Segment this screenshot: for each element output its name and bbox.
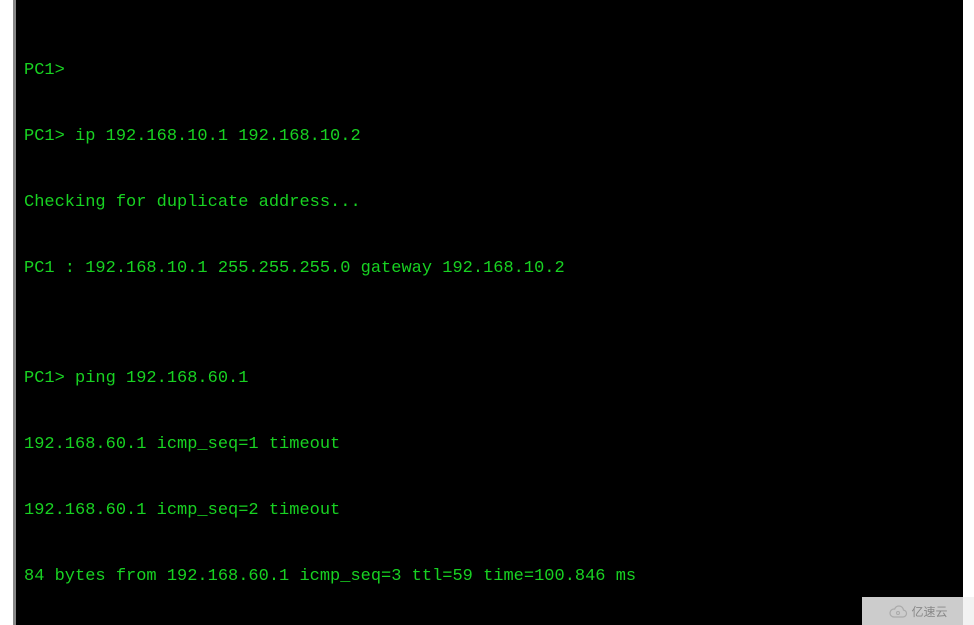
terminal-window[interactable]: PC1> PC1> ip 192.168.10.1 192.168.10.2 C… xyxy=(13,0,963,625)
cloud-icon xyxy=(888,605,906,617)
terminal-line: Checking for duplicate address... xyxy=(24,192,955,214)
watermark-text: 亿速云 xyxy=(911,603,947,620)
terminal-output: PC1> PC1> ip 192.168.10.1 192.168.10.2 C… xyxy=(24,16,955,625)
terminal-line: 84 bytes from 192.168.60.1 icmp_seq=3 tt… xyxy=(24,566,955,588)
watermark-badge: 亿速云 xyxy=(862,597,974,625)
terminal-line: 192.168.60.1 icmp_seq=2 timeout xyxy=(24,500,955,522)
terminal-line: PC1> xyxy=(24,60,955,82)
terminal-line: PC1> ping 192.168.60.1 xyxy=(24,368,955,390)
terminal-line: 192.168.60.1 icmp_seq=1 timeout xyxy=(24,434,955,456)
terminal-line: PC1> ip 192.168.10.1 192.168.10.2 xyxy=(24,126,955,148)
terminal-line: PC1 : 192.168.10.1 255.255.255.0 gateway… xyxy=(24,258,955,280)
